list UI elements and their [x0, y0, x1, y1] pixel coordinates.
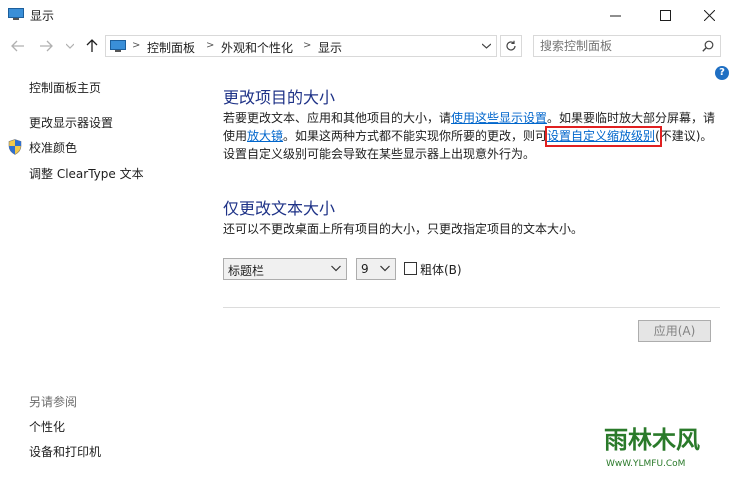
breadcrumb-display[interactable]: 显示: [318, 39, 342, 56]
see-also-title: 另请参阅: [29, 395, 78, 409]
address-bar[interactable]: > 控制面板 > 外观和个性化 > 显示: [105, 35, 497, 57]
refresh-icon: [506, 40, 516, 51]
chevron-down-icon: [380, 265, 390, 272]
back-button[interactable]: [8, 36, 28, 56]
breadcrumb-separator-icon: >: [206, 40, 215, 51]
section-title-change-size: 更改项目的大小: [223, 88, 336, 107]
close-icon: [703, 9, 715, 21]
text-size-description: 还可以不更改桌面上所有项目的大小，只更改指定项目的文本大小。: [223, 222, 584, 236]
search-box[interactable]: [533, 35, 721, 57]
highlight-box: [545, 126, 662, 147]
magnifier-link[interactable]: 放大镜: [247, 129, 283, 143]
maximize-button[interactable]: [642, 0, 688, 30]
bold-label[interactable]: 粗体(B): [420, 261, 462, 278]
control-panel-icon: [110, 40, 126, 52]
help-button[interactable]: ?: [715, 66, 729, 80]
sidebar-item-cleartype[interactable]: 调整 ClearType 文本: [29, 165, 144, 182]
arrow-left-icon: [11, 40, 24, 52]
watermark-brand: 雨林木风: [604, 426, 700, 454]
chevron-down-icon: [66, 43, 74, 49]
sidebar-item-control-panel-home[interactable]: 控制面板主页: [29, 79, 101, 96]
bold-checkbox[interactable]: [404, 262, 417, 275]
breadcrumb-separator-icon: >: [132, 40, 141, 51]
maximize-icon: [659, 9, 671, 21]
arrow-up-icon: [86, 39, 98, 52]
shield-icon: [8, 139, 22, 155]
item-select-value: 标题栏: [228, 264, 265, 278]
minimize-button[interactable]: [592, 0, 638, 30]
see-also-devices-printers[interactable]: 设备和打印机: [29, 443, 101, 460]
size-select[interactable]: 9: [356, 258, 396, 280]
display-settings-link[interactable]: 使用这些显示设置: [451, 111, 547, 125]
display-icon: [8, 8, 24, 20]
see-also-personalization[interactable]: 个性化: [29, 418, 65, 435]
chevron-down-icon: [331, 265, 341, 272]
minimize-icon: [609, 15, 621, 16]
arrow-right-icon: [40, 40, 53, 52]
breadcrumb-appearance[interactable]: 外观和个性化: [221, 39, 293, 56]
size-select-value: 9: [361, 262, 369, 276]
navigation-bar: > 控制面板 > 外观和个性化 > 显示: [0, 32, 730, 60]
watermark-logo: 雨林木风 WwW.YLMFU.CoM: [590, 410, 725, 472]
breadcrumb-separator-icon: >: [303, 40, 312, 51]
sidebar-item-change-display-settings[interactable]: 更改显示器设置: [29, 114, 113, 131]
address-dropdown-icon[interactable]: [482, 43, 491, 49]
sidebar-item-calibrate-color[interactable]: 校准颜色: [29, 139, 77, 156]
window-title: 显示: [30, 9, 55, 23]
apply-button[interactable]: 应用(A): [638, 320, 711, 342]
close-button[interactable]: [686, 0, 730, 30]
title-bar: 显示: [0, 0, 730, 30]
breadcrumb-control-panel[interactable]: 控制面板: [147, 39, 195, 56]
search-input[interactable]: [540, 38, 690, 54]
search-icon: [702, 40, 714, 52]
refresh-button[interactable]: [500, 35, 522, 57]
item-select[interactable]: 标题栏: [223, 258, 347, 280]
watermark-graphic: 雨林木风 WwW.YLMFU.CoM: [592, 410, 724, 470]
section-title-text-size: 仅更改文本大小: [223, 199, 336, 218]
forward-button[interactable]: [36, 36, 56, 56]
divider: [223, 307, 720, 308]
up-button[interactable]: [82, 36, 102, 56]
recent-locations-button[interactable]: [60, 36, 80, 56]
watermark-url: WwW.YLMFU.CoM: [606, 459, 685, 469]
